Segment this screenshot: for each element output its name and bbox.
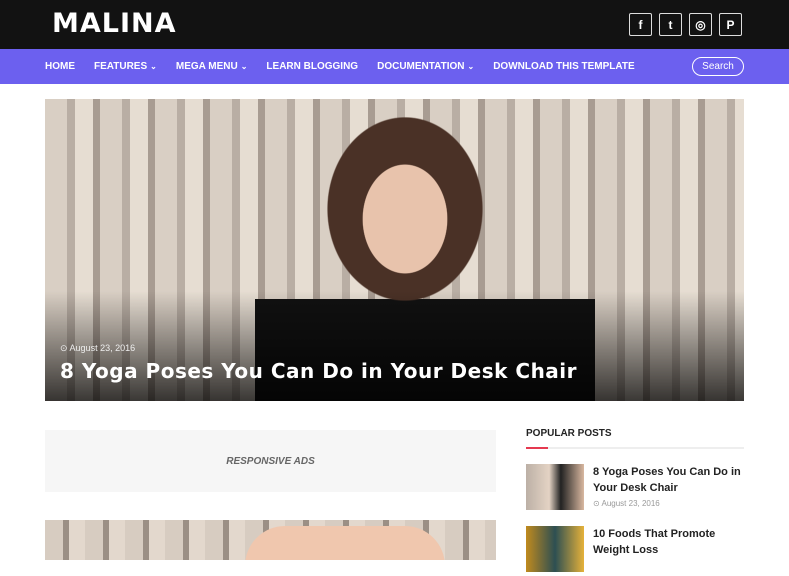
search-button[interactable]: Search — [692, 57, 744, 76]
nav-label: DOCUMENTATION — [377, 61, 465, 72]
main-nav: HOME FEATURES ⌄ MEGA MENU ⌄ LEARN BLOGGING… — [0, 49, 789, 84]
post-title[interactable]: 10 Foods That Promote Weight Loss — [593, 526, 743, 558]
nav-learn-blogging[interactable]: LEARN BLOGGING — [266, 61, 358, 72]
top-bar: MALINA f t ◎ P — [0, 0, 789, 49]
post-thumbnail[interactable] — [45, 520, 496, 560]
nav-label: FEATURES — [94, 61, 148, 72]
nav-label: DOWNLOAD THIS TEMPLATE — [493, 61, 635, 72]
featured-post[interactable]: ⊙ August 23, 2016 8 Yoga Poses You Can D… — [45, 99, 744, 401]
instagram-icon[interactable]: ◎ — [689, 13, 712, 36]
divider-accent — [526, 447, 548, 449]
nav-features[interactable]: FEATURES ⌄ — [94, 61, 157, 72]
social-links: f t ◎ P — [629, 13, 742, 36]
chevron-down-icon: ⌄ — [150, 62, 157, 71]
nav-download-template[interactable]: DOWNLOAD THIS TEMPLATE — [493, 61, 634, 72]
nav-label: LEARN BLOGGING — [266, 61, 359, 72]
image-overlay — [45, 291, 744, 401]
post-title[interactable]: 8 Yoga Poses You Can Do in Your Desk Cha… — [60, 359, 577, 383]
sidebar-title: POPULAR POSTS — [526, 428, 612, 439]
post-title[interactable]: 8 Yoga Poses You Can Do in Your Desk Cha… — [593, 464, 743, 496]
post-date: ⊙ August 23, 2016 — [60, 343, 136, 353]
facebook-icon[interactable]: f — [629, 13, 652, 36]
popular-post[interactable]: 10 Foods That Promote Weight Loss — [526, 526, 744, 576]
nav-documentation[interactable]: DOCUMENTATION ⌄ — [377, 61, 474, 72]
twitter-icon[interactable]: t — [659, 13, 682, 36]
chevron-down-icon: ⌄ — [467, 62, 475, 71]
nav-label: MEGA MENU — [175, 61, 238, 72]
post-thumbnail[interactable] — [526, 526, 584, 572]
nav-label: HOME — [45, 61, 75, 72]
nav-home[interactable]: HOME — [45, 61, 75, 72]
popular-post[interactable]: 8 Yoga Poses You Can Do in Your Desk Cha… — [526, 464, 744, 514]
post-thumbnail[interactable] — [526, 464, 584, 510]
chevron-down-icon: ⌄ — [240, 62, 248, 71]
title-divider — [526, 447, 744, 449]
ad-slot: RESPONSIVE ADS — [45, 430, 496, 492]
post-date: ⊙ August 23, 2016 — [593, 499, 660, 508]
image-detail — [245, 526, 445, 560]
pinterest-icon[interactable]: P — [719, 13, 742, 36]
site-logo[interactable]: MALINA — [52, 8, 177, 39]
nav-mega-menu[interactable]: MEGA MENU ⌄ — [176, 61, 248, 72]
